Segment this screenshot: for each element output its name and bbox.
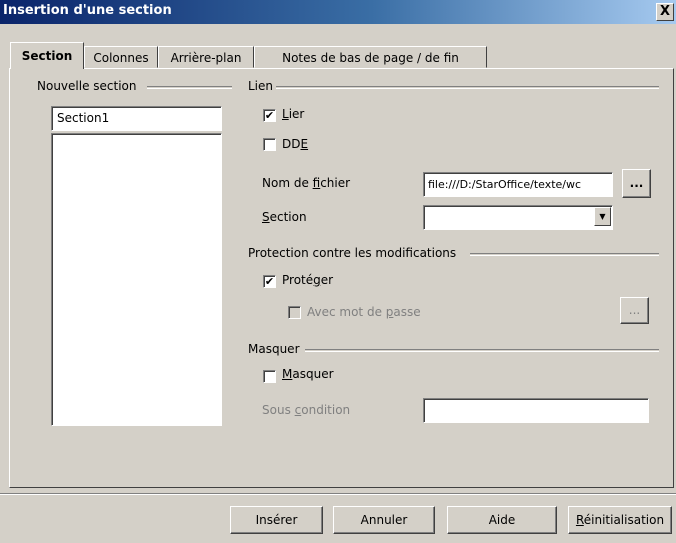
filename-label: Nom de fichier xyxy=(262,176,351,190)
new-section-divider xyxy=(147,86,232,89)
condition-input[interactable] xyxy=(423,398,649,423)
button-separator xyxy=(0,493,676,495)
browse-file-button[interactable]: ... xyxy=(622,169,651,198)
section-name-input[interactable]: Section1 xyxy=(51,106,222,131)
tab-section[interactable]: Section xyxy=(10,42,84,69)
tab-colonnes[interactable]: Colonnes xyxy=(84,46,158,68)
hide-group-label: Masquer xyxy=(248,342,300,356)
link-group-label: Lien xyxy=(248,79,274,93)
section-dropdown[interactable]: ▼ xyxy=(423,205,613,230)
protection-divider xyxy=(470,253,659,256)
section-list[interactable] xyxy=(51,133,222,426)
cancel-button[interactable]: Annuler xyxy=(333,506,435,534)
section-name-value: Section1 xyxy=(57,111,110,125)
password-button[interactable]: ... xyxy=(620,297,649,324)
reset-button[interactable]: Réinitialisation xyxy=(568,506,672,534)
lier-label: Lier xyxy=(282,107,305,121)
protect-checkbox[interactable]: ✔ xyxy=(263,275,276,288)
chevron-down-icon[interactable]: ▼ xyxy=(594,207,611,226)
dde-checkbox[interactable] xyxy=(263,138,276,151)
protection-group-label: Protection contre les modifications xyxy=(248,246,457,260)
hide-label: Masquer xyxy=(282,367,334,381)
filename-value: file:///D:/StarOffice/texte/wc xyxy=(428,178,582,191)
tab-notes[interactable]: Notes de bas de page / de fin xyxy=(254,46,487,68)
hide-checkbox[interactable] xyxy=(263,370,276,383)
new-section-group-label: Nouvelle section xyxy=(37,79,137,93)
condition-label: Sous condition xyxy=(262,403,351,417)
title-bar: Insertion d'une section X xyxy=(0,0,676,24)
filename-input[interactable]: file:///D:/StarOffice/texte/wc xyxy=(423,172,613,197)
section-label: Section xyxy=(262,210,307,224)
help-button[interactable]: Aide xyxy=(447,506,557,534)
tab-arriere-plan[interactable]: Arrière-plan xyxy=(158,46,254,68)
protect-label: Protéger xyxy=(282,273,334,287)
password-checkbox[interactable] xyxy=(288,306,301,319)
close-icon[interactable]: X xyxy=(656,3,674,21)
link-divider xyxy=(276,86,659,89)
dde-label: DDE xyxy=(282,137,309,151)
lier-checkbox[interactable]: ✔ xyxy=(263,109,276,122)
insert-button[interactable]: Insérer xyxy=(230,506,323,534)
password-label: Avec mot de passe xyxy=(307,305,421,319)
hide-divider xyxy=(305,349,659,352)
window-title: Insertion d'une section xyxy=(3,3,172,18)
